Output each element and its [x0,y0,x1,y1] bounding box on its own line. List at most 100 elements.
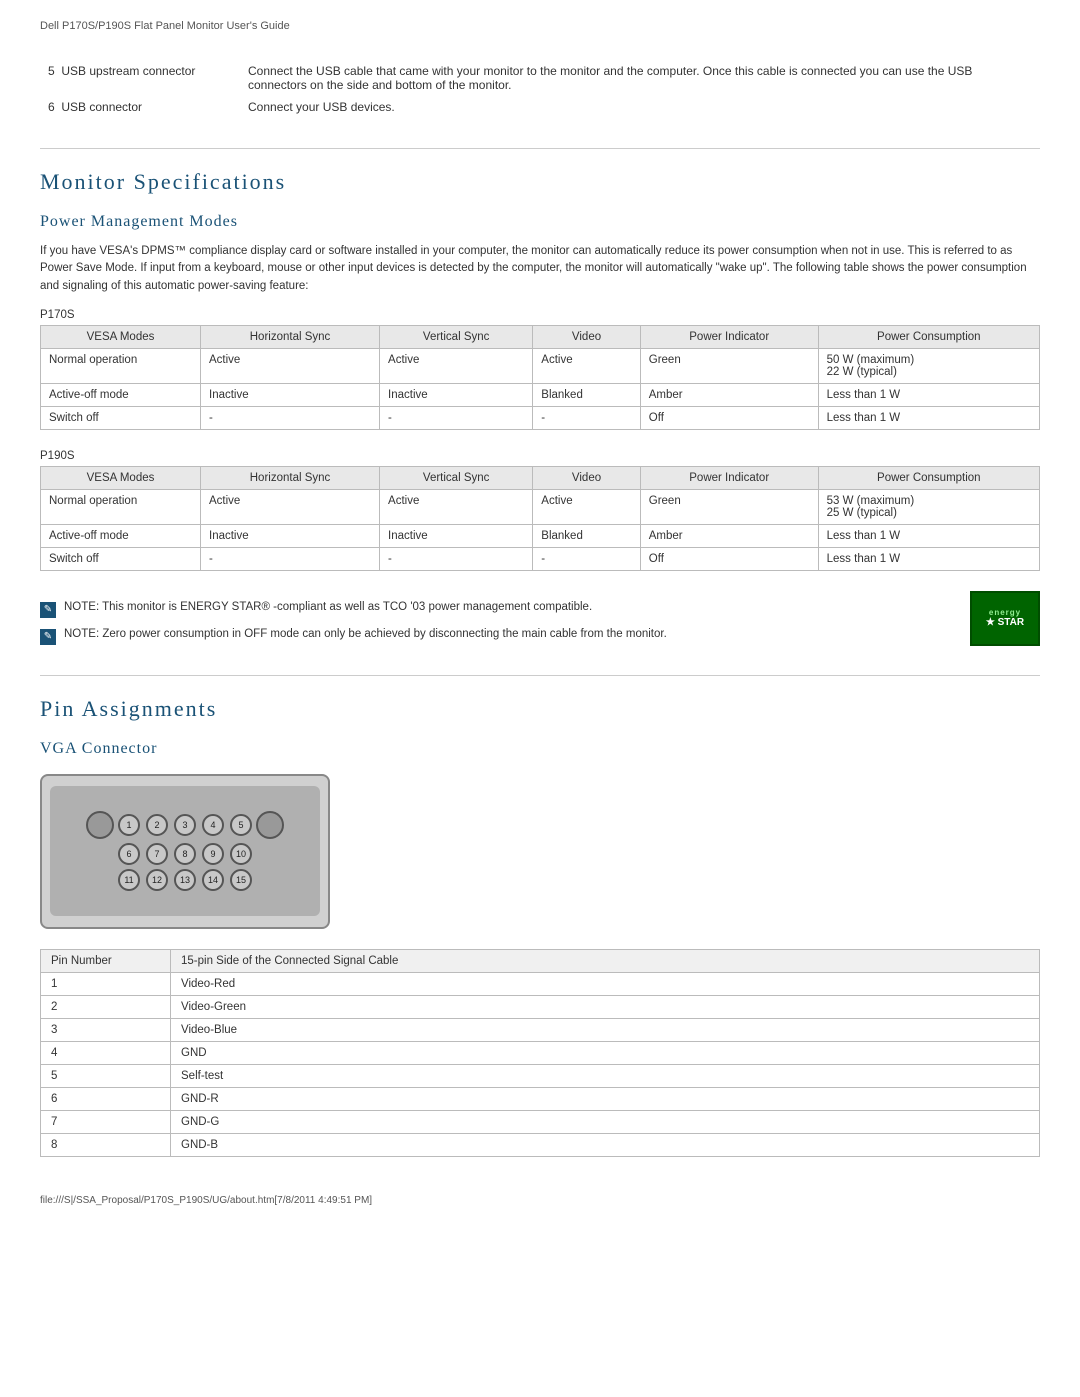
usb-item-description: Connect the USB cable that came with you… [240,60,1040,96]
vga-pin-1: 1 [118,814,140,836]
spec-table-cell: - [201,406,380,429]
spec-table-header: Horizontal Sync [201,466,380,489]
spec-table-cell: - [380,547,533,570]
spec-table-cell: Switch off [41,406,201,429]
p190s-label: P190S [40,450,1040,462]
spec-table-cell: Active-off mode [41,524,201,547]
spec-table-cell: Blanked [533,383,640,406]
spec-table-cell: Active [380,348,533,383]
spec-table-row: Active-off modeInactiveInactiveBlankedAm… [41,524,1040,547]
spec-table-row: Normal operationActiveActiveActiveGreen5… [41,348,1040,383]
spec-table-cell: Inactive [380,383,533,406]
pin-number-cell: 5 [41,1064,171,1087]
pin-table-row: 6GND-R [41,1087,1040,1110]
vga-pin-15: 15 [230,869,252,891]
pin-signal-cell: GND-G [171,1110,1040,1133]
spec-table-row: Switch off---OffLess than 1 W [41,547,1040,570]
spec-table-cell: Inactive [380,524,533,547]
spec-table-cell: Normal operation [41,348,201,383]
note-icon-2: ✎ [40,629,56,645]
energy-star-badge: energy ★ STAR [970,591,1040,646]
spec-table-cell: Active [201,348,380,383]
section-divider-2 [40,675,1040,676]
page-header: Dell P170S/P190S Flat Panel Monitor User… [40,20,1040,40]
energy-star-line1: energy [989,608,1021,617]
spec-table-cell: Green [640,489,818,524]
pin-table-row: 1Video-Red [41,972,1040,995]
pin-table-header: Pin Number [41,949,171,972]
note-text-1: NOTE: This monitor is ENERGY STAR® -comp… [64,601,592,613]
pin-table-header: 15-pin Side of the Connected Signal Cabl… [171,949,1040,972]
pin-number-cell: 1 [41,972,171,995]
pin-signal-cell: Self-test [171,1064,1040,1087]
spec-table-cell: Inactive [201,524,380,547]
spec-table-header: Power Consumption [818,325,1039,348]
spec-table-cell: Blanked [533,524,640,547]
pin-signal-cell: Video-Red [171,972,1040,995]
spec-table-cell: Active [201,489,380,524]
vga-pin-6: 6 [118,843,140,865]
pin-number-cell: 8 [41,1133,171,1156]
pin-signal-cell: GND-R [171,1087,1040,1110]
pin-assignments-title: Pin Assignments [40,696,1040,722]
pin-number-cell: 6 [41,1087,171,1110]
pin-table-row: 4GND [41,1041,1040,1064]
page-footer: file:///S|/SSA_Proposal/P170S_P190S/UG/a… [40,1187,1040,1206]
spec-table-header: Power Indicator [640,466,818,489]
pin-table-row: 5Self-test [41,1064,1040,1087]
usb-section-table: 5 USB upstream connector Connect the USB… [40,60,1040,118]
spec-table-header: Video [533,466,640,489]
spec-table-header: Vertical Sync [380,325,533,348]
note-text-2: NOTE: Zero power consumption in OFF mode… [64,628,667,640]
pin-table: Pin Number15-pin Side of the Connected S… [40,949,1040,1157]
spec-table-cell: Less than 1 W [818,383,1039,406]
vga-right-circle [256,811,284,839]
usb-item-number: 6 USB connector [40,96,240,118]
page-title: Dell P170S/P190S Flat Panel Monitor User… [40,20,290,32]
p190s-table: VESA ModesHorizontal SyncVertical SyncVi… [40,466,1040,571]
pin-signal-cell: Video-Blue [171,1018,1040,1041]
pin-number-cell: 3 [41,1018,171,1041]
spec-table-header: Power Consumption [818,466,1039,489]
spec-table-cell: 53 W (maximum) 25 W (typical) [818,489,1039,524]
p170s-table: VESA ModesHorizontal SyncVertical SyncVi… [40,325,1040,430]
vga-left-circle [86,811,114,839]
usb-item-number: 5 USB upstream connector [40,60,240,96]
spec-table-header: VESA Modes [41,466,201,489]
pin-table-row: 2Video-Green [41,995,1040,1018]
vga-pins-row2: 678910 [118,843,252,865]
pin-number-cell: 4 [41,1041,171,1064]
pin-number-cell: 7 [41,1110,171,1133]
spec-table-header: Video [533,325,640,348]
spec-table-cell: Green [640,348,818,383]
vga-pin-2: 2 [146,814,168,836]
note-block-2: ✎ NOTE: Zero power consumption in OFF mo… [40,628,970,645]
usb-item-row: 5 USB upstream connector Connect the USB… [40,60,1040,96]
spec-table-cell: - [533,406,640,429]
vga-connector-subtitle: VGA Connector [40,740,1040,758]
spec-table-cell: Switch off [41,547,201,570]
vga-pin-10: 10 [230,843,252,865]
pin-signal-cell: GND-B [171,1133,1040,1156]
monitor-specs-title: Monitor Specifications [40,169,1040,195]
spec-table-cell: Off [640,406,818,429]
spec-table-header: Horizontal Sync [201,325,380,348]
usb-item-description: Connect your USB devices. [240,96,1040,118]
pin-table-row: 3Video-Blue [41,1018,1040,1041]
spec-table-cell: Inactive [201,383,380,406]
spec-table-cell: Less than 1 W [818,547,1039,570]
section-divider-1 [40,148,1040,149]
vga-pin-14: 14 [202,869,224,891]
vga-pins-row3: 1112131415 [118,869,252,891]
spec-table-cell: - [533,547,640,570]
footer-text: file:///S|/SSA_Proposal/P170S_P190S/UG/a… [40,1195,372,1206]
spec-table-row: Active-off modeInactiveInactiveBlankedAm… [41,383,1040,406]
spec-table-cell: Amber [640,383,818,406]
spec-table-cell: - [201,547,380,570]
vga-inner-diagram: 123456789101112131415 [50,786,320,916]
power-management-subtitle: Power Management Modes [40,213,1040,231]
vga-pin-3: 3 [174,814,196,836]
pin-table-row: 7GND-G [41,1110,1040,1133]
spec-table-cell: Off [640,547,818,570]
energy-star-line2: ★ STAR [986,617,1024,628]
